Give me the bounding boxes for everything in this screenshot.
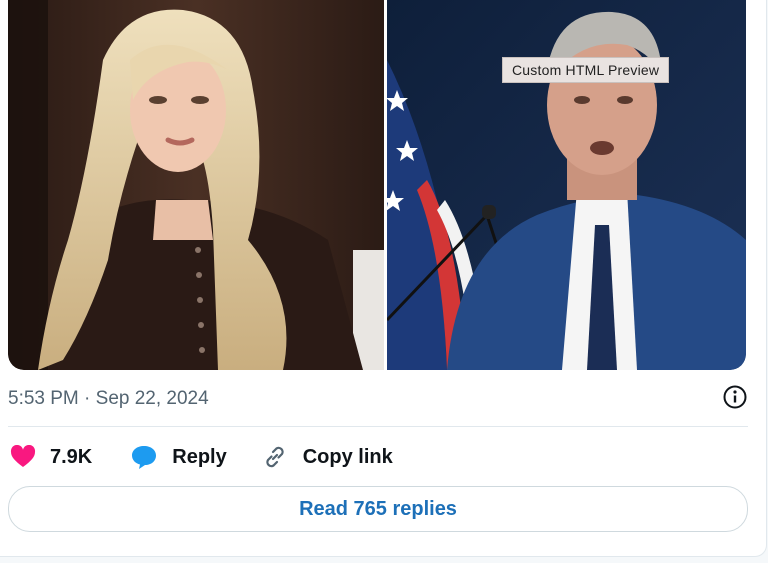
speech-bubble-icon	[132, 446, 157, 469]
copy-link-label: Copy link	[302, 445, 393, 468]
photo-man-image	[387, 0, 746, 370]
link-icon	[266, 446, 284, 468]
copy-link-button[interactable]: Copy link	[261, 443, 393, 471]
photo-woman-image	[8, 0, 384, 370]
tweet-meta: 5:53 PM · Sep 22, 2024	[8, 384, 748, 414]
info-icon[interactable]	[722, 384, 748, 415]
tweet-media[interactable]	[8, 0, 746, 370]
tweet-actions: 7.9K Reply Copy link	[10, 440, 393, 474]
like-count: 7.9K	[50, 445, 93, 468]
tweet-card: Custom HTML Preview 5:53 PM · Sep 22, 20…	[0, 0, 767, 557]
tweet-timestamp[interactable]: 5:53 PM · Sep 22, 2024	[8, 388, 209, 410]
custom-html-preview-label: Custom HTML Preview	[502, 57, 670, 83]
photo-woman[interactable]	[8, 0, 384, 370]
reply-label: Reply	[172, 445, 227, 468]
reply-button[interactable]: Reply	[130, 444, 227, 470]
divider	[8, 426, 748, 427]
photo-man[interactable]	[387, 0, 746, 370]
read-replies-label: Read 765 replies	[299, 497, 457, 520]
read-replies-button[interactable]: Read 765 replies	[8, 486, 748, 532]
heart-icon	[10, 445, 36, 467]
like-button[interactable]: 7.9K	[10, 445, 92, 469]
